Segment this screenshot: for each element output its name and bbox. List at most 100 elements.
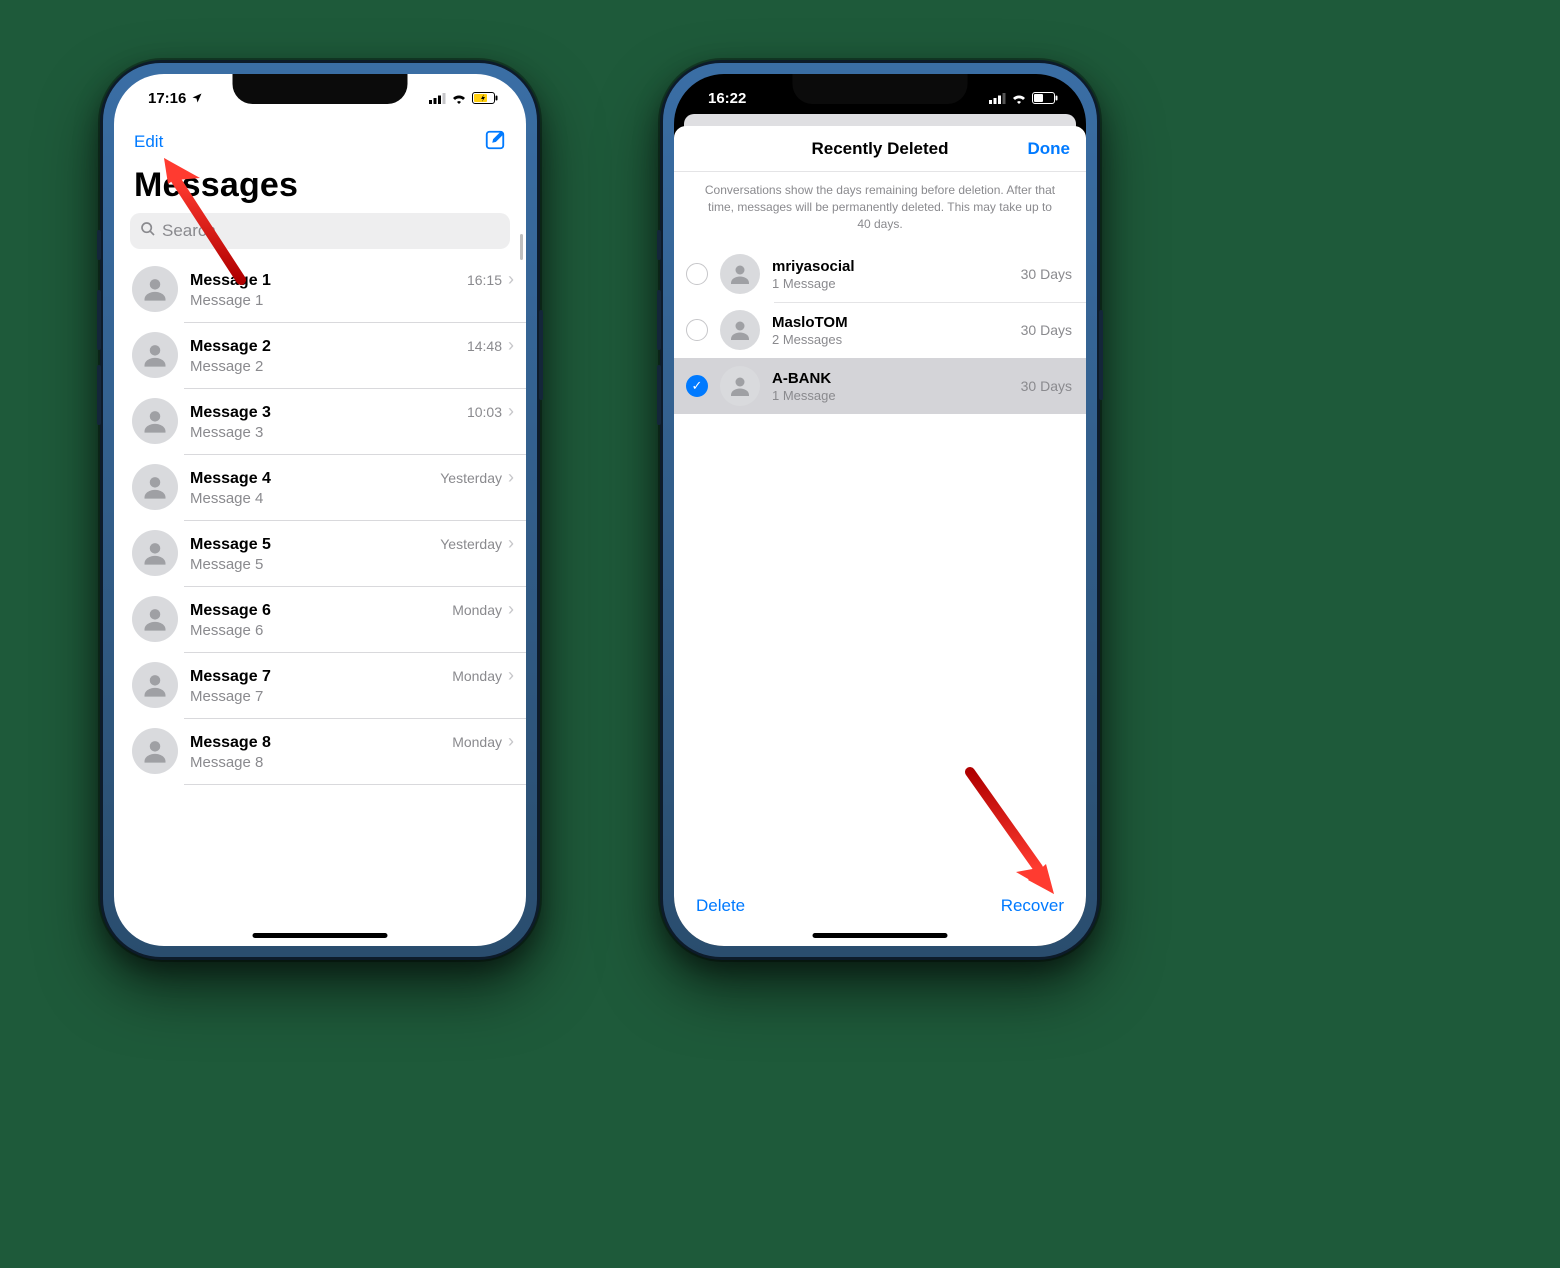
message-time: Yesterday <box>440 536 502 552</box>
side-button <box>539 310 543 400</box>
message-time: 14:48 <box>467 338 502 354</box>
side-button <box>97 290 101 350</box>
messages-list: Message 116:15›Message 1Message 214:48›M… <box>114 255 526 784</box>
message-time: 10:03 <box>467 404 502 420</box>
avatar <box>132 728 178 774</box>
chevron-right-icon: › <box>508 599 514 619</box>
status-time: 17:16 <box>148 90 186 107</box>
checkbox-checked-icon[interactable]: ✓ <box>686 375 708 397</box>
search-icon <box>140 221 156 242</box>
message-row[interactable]: Message 5Yesterday›Message 5 <box>114 520 526 586</box>
nav-bar: Edit <box>114 122 526 162</box>
checkbox-unchecked-icon[interactable] <box>686 319 708 341</box>
notch <box>793 74 968 104</box>
avatar <box>132 662 178 708</box>
message-title: Message 6 <box>190 602 271 620</box>
avatar <box>720 254 760 294</box>
side-button <box>657 365 661 425</box>
deleted-title: MasloTOM <box>772 314 1009 331</box>
avatar <box>132 332 178 378</box>
message-subtitle: Message 3 <box>190 424 514 441</box>
avatar <box>720 310 760 350</box>
deleted-days: 30 Days <box>1021 322 1072 338</box>
message-row[interactable]: Message 214:48›Message 2 <box>114 322 526 388</box>
chevron-right-icon: › <box>508 269 514 289</box>
status-time: 16:22 <box>708 90 746 107</box>
message-row[interactable]: Message 1 16:15 › Message 1 <box>114 256 526 322</box>
chevron-right-icon: › <box>508 467 514 487</box>
chevron-right-icon: › <box>508 731 514 751</box>
message-subtitle: Message 2 <box>190 358 514 375</box>
cellular-icon <box>989 93 1006 104</box>
chevron-right-icon: › <box>508 665 514 685</box>
message-row[interactable]: Message 6 Monday › Message 6 <box>114 586 526 652</box>
checkbox-unchecked-icon[interactable] <box>686 263 708 285</box>
edit-button[interactable]: Edit <box>134 132 163 152</box>
deleted-list: mriyasocial1 Message30 DaysMasloTOM2 Mes… <box>674 246 1086 414</box>
message-subtitle: Message 4 <box>190 490 514 507</box>
compose-button[interactable] <box>484 129 506 156</box>
battery-icon <box>1032 92 1058 104</box>
side-button <box>1099 310 1103 400</box>
sheet-header: Recently Deleted Done <box>674 126 1086 172</box>
delete-button[interactable]: Delete <box>696 896 745 916</box>
info-text: Conversations show the days remaining be… <box>674 172 1086 246</box>
deleted-row[interactable]: ✓ A-BANK1 Message 30 Days <box>674 358 1086 414</box>
message-time: 16:15 <box>467 272 502 288</box>
message-title: Message 3 <box>190 404 271 422</box>
message-subtitle: Message 5 <box>190 556 514 573</box>
sheet-title: Recently Deleted <box>812 139 949 159</box>
done-button[interactable]: Done <box>1028 126 1071 171</box>
side-button <box>657 290 661 350</box>
page-title: Messages <box>114 162 526 213</box>
message-time: Monday <box>452 602 502 618</box>
avatar <box>132 464 178 510</box>
wifi-icon <box>451 92 467 104</box>
recover-button[interactable]: Recover <box>1001 896 1064 916</box>
message-subtitle: Message 7 <box>190 688 514 705</box>
message-row[interactable]: Message 3 10:03 › Message 3 <box>114 388 526 454</box>
avatar <box>720 366 760 406</box>
avatar <box>132 530 178 576</box>
message-time: Monday <box>452 668 502 684</box>
phone-recently-deleted: 16:22 Recently Deleted <box>660 60 1100 960</box>
search-input[interactable]: Search <box>130 213 510 249</box>
message-subtitle: Message 8 <box>190 754 514 771</box>
home-indicator <box>813 933 948 938</box>
message-title: Message 5 <box>190 536 271 554</box>
message-row[interactable]: Message 7 Monday › Message 7 <box>114 652 526 718</box>
message-title: Message 7 <box>190 668 271 686</box>
battery-charging-icon <box>472 92 498 104</box>
deleted-days: 30 Days <box>1021 378 1072 394</box>
deleted-subtitle: 1 Message <box>772 388 1009 403</box>
deleted-days: 30 Days <box>1021 266 1072 282</box>
message-title: Message 1 <box>190 272 271 290</box>
message-subtitle: Message 6 <box>190 622 514 639</box>
location-icon <box>191 92 203 104</box>
deleted-row[interactable]: mriyasocial1 Message30 Days <box>674 246 1086 302</box>
message-row[interactable]: Message 4 Yesterday › Message 4 <box>114 454 526 520</box>
message-time: Yesterday <box>440 470 502 486</box>
deleted-subtitle: 1 Message <box>772 276 1009 291</box>
bottom-toolbar: Delete Recover <box>674 884 1086 928</box>
deleted-row[interactable]: MasloTOM2 Messages 30 Days <box>674 302 1086 358</box>
home-indicator <box>253 933 388 938</box>
side-button <box>97 230 101 260</box>
avatar <box>132 266 178 312</box>
search-placeholder: Search <box>162 221 216 241</box>
phone-messages: 17:16 Edit <box>100 60 540 960</box>
deleted-subtitle: 2 Messages <box>772 332 1009 347</box>
message-title: Message 8 <box>190 734 271 752</box>
side-button <box>657 230 661 260</box>
chevron-right-icon: › <box>508 335 514 355</box>
cellular-icon <box>429 93 446 104</box>
side-button <box>97 365 101 425</box>
message-title: Message 4 <box>190 470 271 488</box>
avatar <box>132 398 178 444</box>
wifi-icon <box>1011 92 1027 104</box>
message-subtitle: Message 1 <box>190 292 514 309</box>
notch <box>233 74 408 104</box>
chevron-right-icon: › <box>508 401 514 421</box>
deleted-title: A-BANK <box>772 370 1009 387</box>
message-row[interactable]: Message 8Monday›Message 8 <box>114 718 526 784</box>
